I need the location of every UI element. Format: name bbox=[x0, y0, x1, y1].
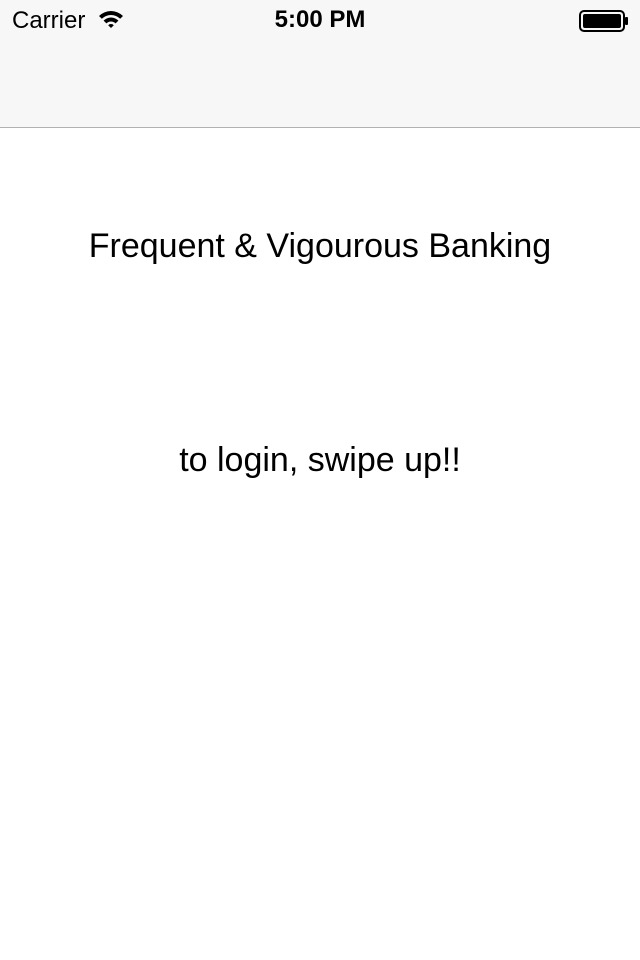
status-bar: Carrier 5:00 PM bbox=[0, 0, 640, 40]
top-bar: Carrier 5:00 PM bbox=[0, 0, 640, 128]
navigation-bar bbox=[0, 40, 640, 128]
status-time: 5:00 PM bbox=[274, 6, 366, 33]
app-title: Frequent & Vigourous Banking bbox=[88, 227, 552, 265]
swipe-up-login-hint: to login, swipe up!! bbox=[179, 441, 461, 479]
main-content[interactable]: Frequent & Vigourous Banking to login, s… bbox=[0, 128, 640, 960]
battery-full-icon bbox=[579, 10, 629, 32]
app-screen: Carrier 5:00 PM Frequent & Vigourous Ban… bbox=[0, 0, 640, 960]
